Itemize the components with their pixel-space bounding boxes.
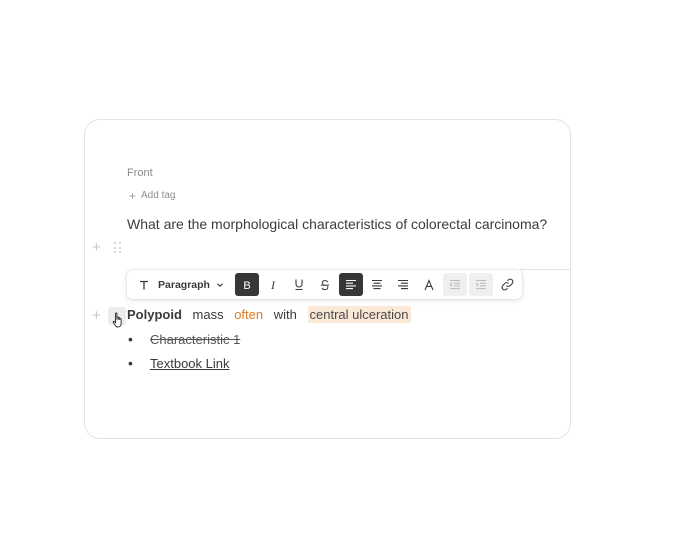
- indent-decrease-button[interactable]: [443, 273, 467, 296]
- indent-increase-button[interactable]: [469, 273, 493, 296]
- block-type-dropdown[interactable]: Paragraph: [155, 273, 227, 296]
- divider: [520, 269, 571, 270]
- add-block-icon[interactable]: +: [92, 308, 101, 323]
- answer-paragraph[interactable]: Polypoid mass often with central ulcerat…: [127, 306, 418, 323]
- text-type-icon[interactable]: [135, 273, 153, 296]
- formatting-toolbar: Paragraph B I: [127, 270, 522, 299]
- strikethrough-button[interactable]: [313, 273, 337, 296]
- svg-text:B: B: [243, 280, 250, 291]
- plus-icon: +: [129, 188, 137, 203]
- bullet-icon: •: [128, 355, 133, 371]
- text-color-button[interactable]: [417, 273, 441, 296]
- plain-word: with: [273, 307, 297, 322]
- bullet-icon: •: [128, 331, 133, 347]
- drag-handle-icon[interactable]: [114, 242, 122, 254]
- link-button[interactable]: [495, 273, 519, 296]
- strikethrough-text: Characteristic 1: [150, 332, 241, 347]
- bold-button[interactable]: B: [235, 273, 259, 296]
- block-type-label: Paragraph: [158, 278, 210, 291]
- italic-button[interactable]: I: [261, 273, 285, 296]
- chevron-down-icon: [217, 282, 223, 287]
- align-center-button[interactable]: [365, 273, 389, 296]
- align-right-button[interactable]: [391, 273, 415, 296]
- plain-word: mass: [192, 307, 224, 322]
- highlighted-text: central ulceration: [307, 306, 411, 323]
- add-block-icon[interactable]: +: [92, 240, 101, 255]
- question-text[interactable]: What are the morphological characteristi…: [127, 216, 547, 232]
- card-side-label: Front: [127, 167, 153, 179]
- svg-text:I: I: [270, 279, 276, 291]
- colored-word: often: [234, 307, 264, 322]
- textbook-link[interactable]: Textbook Link: [150, 356, 230, 371]
- add-tag-button[interactable]: + Add tag: [129, 188, 176, 203]
- bullet-list-item[interactable]: • Characteristic 1: [128, 331, 240, 347]
- underline-button[interactable]: [287, 273, 311, 296]
- bullet-list-item[interactable]: • Textbook Link: [128, 355, 230, 371]
- block-handle[interactable]: [108, 307, 126, 328]
- align-left-button[interactable]: [339, 273, 363, 296]
- add-tag-label: Add tag: [141, 190, 176, 201]
- bold-word: Polypoid: [127, 307, 182, 322]
